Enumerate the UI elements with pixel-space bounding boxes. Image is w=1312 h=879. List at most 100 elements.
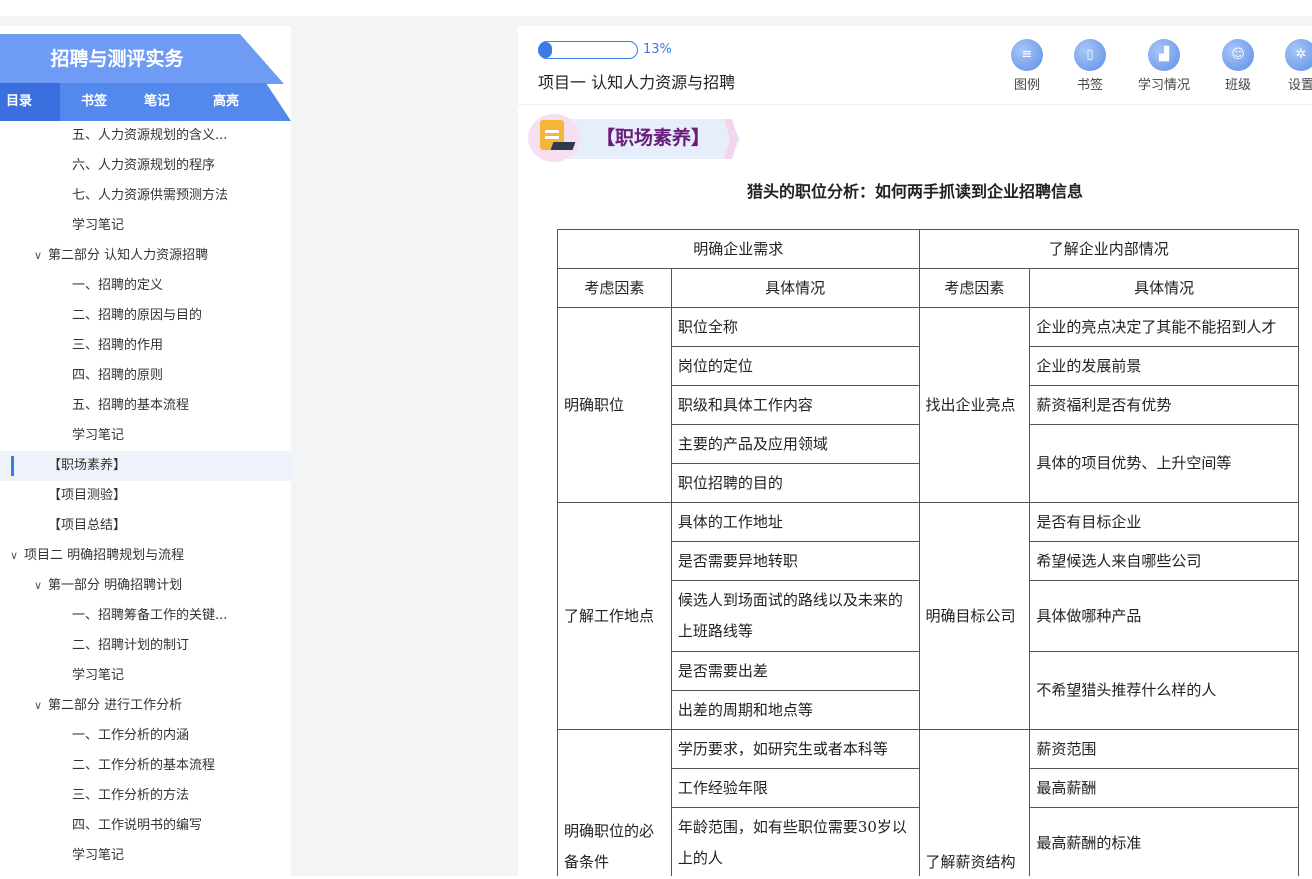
col-header-factor-left: 考虑因素 <box>557 268 672 308</box>
toc-item-label: 四、工作说明书的编写 <box>72 818 203 833</box>
toc-item[interactable]: 【项目测验】 <box>0 481 291 511</box>
section-banner: 【职场素养】 <box>528 114 740 162</box>
table-row: 了解工作地点 具体的工作地址 明确目标公司 是否有目标企业 <box>557 502 1299 730</box>
table-cell: 学历要求，如研究生或者本科等 <box>670 729 920 769</box>
col-header-detail-left: 具体情况 <box>670 268 920 308</box>
settings-label: 设置 <box>1287 78 1312 93</box>
table-cell: 不希望猎头推荐什么样的人 <box>1029 651 1299 730</box>
document-graduation-icon <box>528 114 580 162</box>
table-row: 明确职位的必备条件 学历要求，如研究生或者本科等 了解薪资结构 薪资范围 <box>557 729 1299 876</box>
toc-item-label: 二、招聘计划的制订 <box>72 638 190 653</box>
settings-icon: ✲ <box>1285 39 1312 71</box>
learning-stats-label: 学习情况 <box>1137 78 1190 93</box>
toc-item-label: 第二部分 认知人力资源招聘 <box>48 248 209 263</box>
toc-item[interactable]: 学习笔记 <box>0 421 291 451</box>
table-cell: 候选人到场面试的路线以及未来的上班路线等 <box>670 580 920 652</box>
toc-item-label: 四、招聘的原则 <box>72 368 164 383</box>
table-cell: 工作经验年限 <box>670 768 920 808</box>
toc-item[interactable]: 二、招聘计划的制订 <box>0 631 291 661</box>
table-cell-factor: 明确职位 <box>557 307 672 503</box>
chevron-down-icon[interactable]: ∨ <box>34 571 48 601</box>
table-cell: 职位全称 <box>670 307 920 347</box>
toc-item[interactable]: 学习笔记 <box>0 211 291 241</box>
toc-item-label: 六、人力资源规划的程序 <box>72 158 216 173</box>
toc-item[interactable]: 学习笔记 <box>0 841 291 871</box>
toc-item[interactable]: 二、招聘的原因与目的 <box>0 301 291 331</box>
toc-item[interactable]: 学习笔记 <box>0 661 291 691</box>
table-column-header-row: 考虑因素 具体情况 考虑因素 具体情况 <box>557 268 1299 308</box>
group-header-right: 了解企业内部情况 <box>918 229 1299 269</box>
graduation-cap-icon <box>550 142 576 150</box>
table-cell: 企业的发展前景 <box>1029 346 1299 386</box>
toc-item[interactable]: 【项目总结】 <box>0 511 291 541</box>
col-header-factor-right: 考虑因素 <box>918 268 1031 308</box>
toc-item[interactable]: 三、工作分析的方法 <box>0 781 291 811</box>
toc-item[interactable]: 一、工作分析的内涵 <box>0 721 291 751</box>
reader-main: 13% 项目一 认知人力资源与招聘 ≡ 图例 ▯ 书签 ▟ 学习情况 ☺ 班级 … <box>518 26 1312 876</box>
toc-item-label: 学习笔记 <box>72 848 125 863</box>
reading-progress-label: 13% <box>643 42 672 57</box>
table-cell: 主要的产品及应用领域 <box>670 424 920 464</box>
table-cell: 职级和具体工作内容 <box>670 385 920 425</box>
table-cell: 希望候选人来自哪些公司 <box>1029 541 1299 581</box>
table-row: 明确职位 职位全称 找出企业亮点 企业的亮点决定了其能不能招到人才 <box>557 307 1299 503</box>
settings-button[interactable]: ✲ 设置 <box>1266 39 1312 97</box>
col-header-detail-right: 具体情况 <box>1029 268 1299 308</box>
table-cell: 最高薪酬 <box>1029 768 1299 808</box>
bookmark-icon: ▯ <box>1074 39 1106 71</box>
legend-label: 图例 <box>1013 78 1040 93</box>
toc-item[interactable]: 【职场素养】 <box>0 451 291 481</box>
table-cell: 薪资福利是否有优势 <box>1029 385 1299 425</box>
book-title: 招聘与测评实务 <box>50 48 184 70</box>
toc-item[interactable]: 四、招聘的原则 <box>0 361 291 391</box>
tab-notes[interactable]: 笔记 <box>144 83 170 121</box>
toc-item[interactable]: 一、招聘筹备工作的关键... <box>0 601 291 631</box>
section-label: 【职场素养】 <box>596 127 711 149</box>
toc-section-item[interactable]: ∨ 第二部分 进行工作分析 <box>0 691 291 721</box>
tab-highlight[interactable]: 高亮 <box>213 83 239 121</box>
legend-icon: ≡ <box>1011 39 1043 71</box>
toc-item-label: 二、工作分析的基本流程 <box>72 758 216 773</box>
learning-stats-button[interactable]: ▟ 学习情况 <box>1129 39 1199 97</box>
class-icon: ☺ <box>1222 39 1254 71</box>
learning-stats-icon: ▟ <box>1148 39 1180 71</box>
toc-item[interactable]: 五、人力资源规划的含义... <box>0 121 291 151</box>
legend-button[interactable]: ≡ 图例 <box>992 39 1062 97</box>
toc-item[interactable]: 四、工作说明书的编写 <box>0 811 291 841</box>
toc-section-item[interactable]: ∨ 第一部分 明确招聘计划 <box>0 571 291 601</box>
class-label: 班级 <box>1224 78 1251 93</box>
tab-toc[interactable]: 目录 <box>0 83 60 121</box>
toc-item[interactable]: 五、招聘的基本流程 <box>0 391 291 421</box>
group-header-left: 明确企业需求 <box>557 229 920 269</box>
tab-bookmark[interactable]: 书签 <box>81 83 107 121</box>
table-cell: 年龄范围，如有些职位需要30岁以上的人 <box>670 807 920 876</box>
toc-item-label: 第一部分 明确招聘计划 <box>48 578 183 593</box>
toc-item-label: 项目二 明确招聘规划与流程 <box>24 548 185 563</box>
table-cell: 企业的亮点决定了其能不能招到人才 <box>1029 307 1299 347</box>
toc-item-label: 一、工作分析的内涵 <box>72 728 190 743</box>
toc-item[interactable]: 七、人力资源供需预测方法 <box>0 181 291 211</box>
toc-item[interactable]: 一、招聘的定义 <box>0 271 291 301</box>
toc-item[interactable]: 六、人力资源规划的程序 <box>0 151 291 181</box>
chevron-down-icon[interactable]: ∨ <box>34 691 48 721</box>
table-cell-factor: 了解工作地点 <box>557 502 672 730</box>
toc-item[interactable]: 二、工作分析的基本流程 <box>0 751 291 781</box>
table-cell-factor: 找出企业亮点 <box>918 307 1031 503</box>
bookmark-button[interactable]: ▯ 书签 <box>1055 39 1125 97</box>
toc-section-item[interactable]: ∨ 项目二 明确招聘规划与流程 <box>0 541 291 571</box>
toc-item-label: 七、人力资源供需预测方法 <box>72 188 229 203</box>
sidebar-tabbar: 目录 书签 笔记 高亮 <box>0 83 291 121</box>
book-title-banner: 招聘与测评实务 <box>0 34 284 84</box>
class-button[interactable]: ☺ 班级 <box>1203 39 1273 97</box>
table-cell-factor: 明确职位的必备条件 <box>557 729 672 876</box>
bookmark-label: 书签 <box>1076 78 1103 93</box>
chevron-down-icon[interactable]: ∨ <box>34 241 48 271</box>
table-cell: 具体的项目优势、上升空间等 <box>1029 424 1299 503</box>
toc-item-label: 学习笔记 <box>72 668 125 683</box>
table-cell: 职位招聘的目的 <box>670 463 920 503</box>
toc-item-label: 【项目测验】 <box>48 488 127 503</box>
table-cell: 最高薪酬的标准 <box>1029 807 1299 876</box>
toc-item[interactable]: 三、招聘的作用 <box>0 331 291 361</box>
toc-section-item[interactable]: ∨ 第二部分 认知人力资源招聘 <box>0 241 291 271</box>
chevron-down-icon[interactable]: ∨ <box>10 541 24 571</box>
